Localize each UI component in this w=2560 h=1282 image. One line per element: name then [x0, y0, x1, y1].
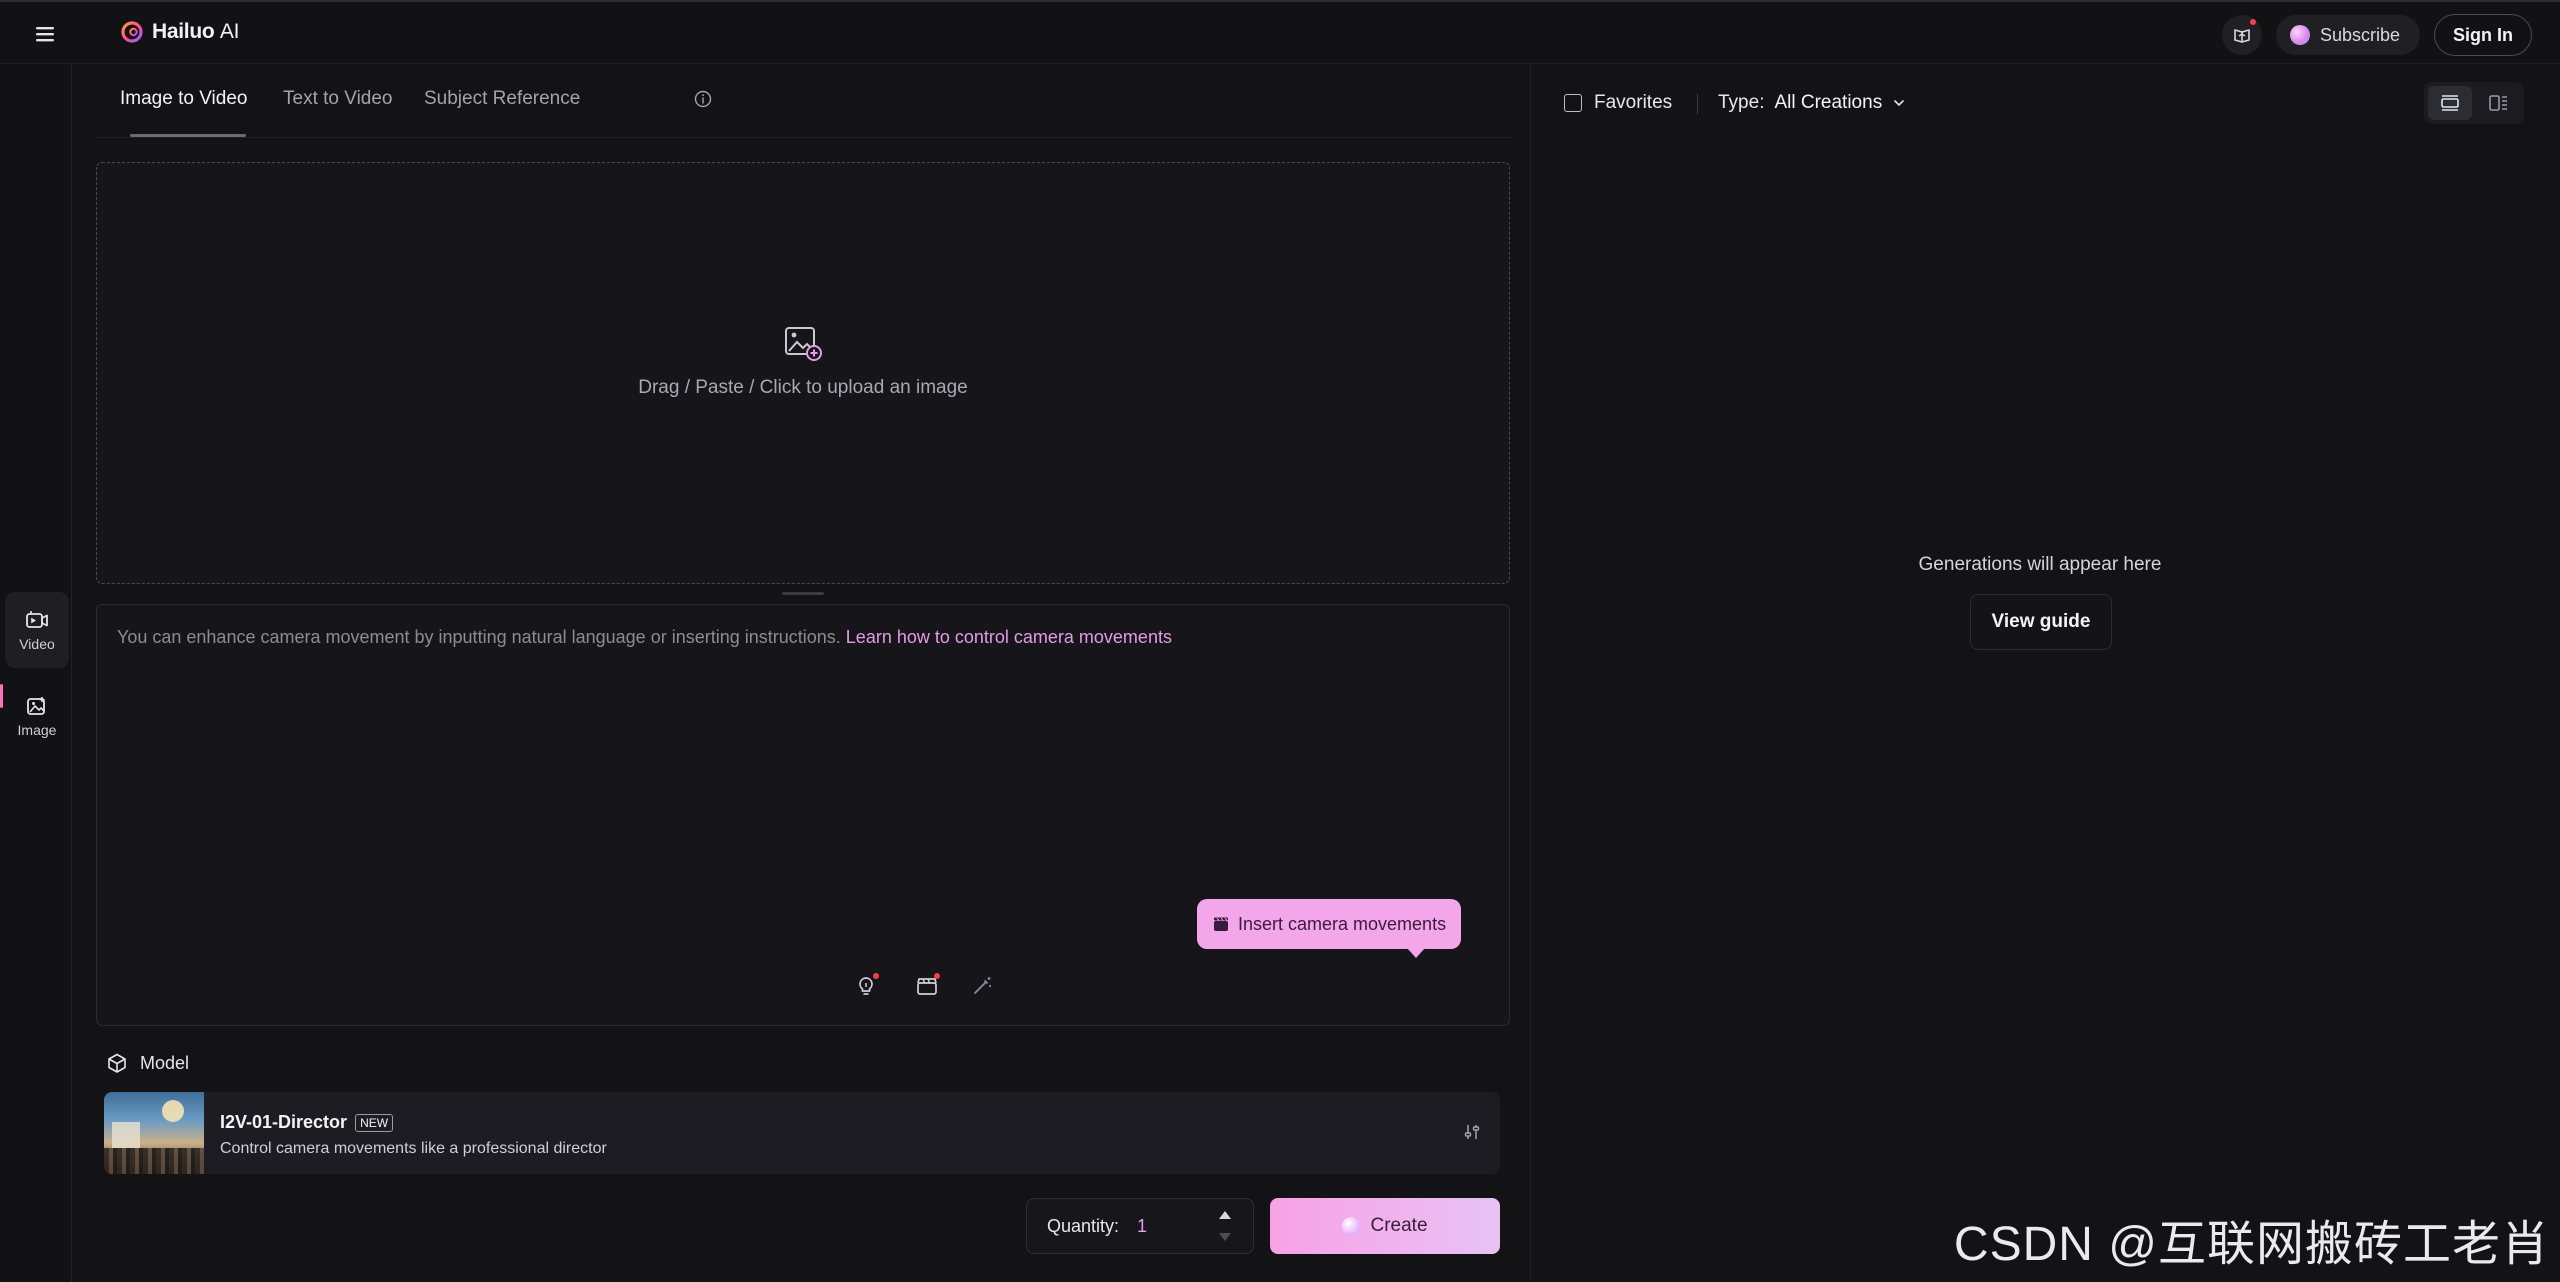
rail-item-video[interactable]: Video [5, 592, 69, 668]
chevron-down-icon [1894, 100, 1905, 107]
hamburger-menu-icon[interactable] [30, 20, 60, 48]
logo[interactable]: Hailuo AI [120, 20, 239, 44]
prompt-placeholder: You can enhance camera movement by input… [117, 627, 1172, 647]
model-section-header: Model [106, 1052, 189, 1074]
idea-bulb-button[interactable] [851, 971, 881, 1001]
model-name: I2V-01-Director [220, 1112, 348, 1132]
rail-item-image[interactable]: Image [5, 678, 69, 754]
increment-arrow-icon[interactable] [1219, 1211, 1231, 1219]
tooltip-label: Insert camera movements [1238, 913, 1447, 934]
subscribe-button[interactable]: Subscribe [2275, 15, 2420, 55]
magic-wand-icon [974, 977, 991, 994]
video-icon [26, 611, 48, 628]
quantity-label: Quantity: [1047, 1216, 1120, 1236]
empty-state-text: Generations will appear here [1918, 554, 2162, 575]
upload-hint: Drag / Paste / Click to upload an image [638, 377, 968, 398]
list-view-icon [2441, 95, 2459, 111]
notification-dot [873, 973, 879, 979]
favorites-label: Favorites [1594, 92, 1673, 113]
new-badge: NEW [355, 1113, 394, 1132]
model-thumbnail [104, 1092, 204, 1174]
subscribe-label: Subscribe [2319, 24, 2400, 45]
panel-view-button[interactable] [2476, 86, 2520, 120]
create-button[interactable]: Create [1270, 1198, 1500, 1254]
camera-movement-button[interactable] [912, 971, 942, 1001]
sidebar-view-icon [2489, 95, 2507, 111]
favorites-checkbox[interactable] [1564, 94, 1582, 112]
rail-label-video: Video [19, 636, 55, 652]
hailuo-logo-icon [121, 21, 143, 43]
quantity-value[interactable]: 1 [1137, 1216, 1147, 1237]
tab-text-to-video[interactable]: Text to Video [283, 88, 393, 110]
tab-subject-reference[interactable]: Subject Reference [424, 88, 580, 110]
rail-label-image: Image [17, 722, 57, 738]
orb-icon [1342, 1217, 1361, 1235]
image-upload-dropzone[interactable]: Drag / Paste / Click to upload an image [96, 162, 1510, 584]
left-rail: Video Image [0, 64, 72, 1282]
type-label: Type: [1718, 92, 1765, 113]
notification-dot [934, 973, 940, 979]
model-description: Control camera movements like a professi… [220, 1140, 607, 1157]
camera-movements-help-link[interactable]: Learn how to control camera movements [846, 627, 1172, 647]
enhance-prompt-button[interactable] [967, 971, 997, 1001]
panel-divider [1530, 64, 1531, 1282]
sliders-icon[interactable] [1462, 1122, 1482, 1142]
brand-name: Hailuo AI [152, 20, 240, 43]
add-image-icon [785, 327, 822, 361]
clapper-icon [1214, 917, 1228, 931]
sign-in-button[interactable]: Sign In [2434, 14, 2532, 56]
model-section-label: Model [140, 1052, 190, 1073]
create-label: Create [1370, 1215, 1428, 1236]
notification-dot [2249, 19, 2256, 25]
list-view-button[interactable] [2428, 86, 2472, 120]
view-guide-button[interactable]: View guide [1970, 594, 2112, 650]
watermark: CSDN @互联网搬砖工老肖 [1953, 1218, 2550, 1271]
favorites-filter[interactable]: Favorites [1564, 92, 1672, 114]
active-indicator [0, 684, 3, 708]
filter-separator [1697, 94, 1698, 114]
book-icon[interactable] [2221, 15, 2262, 55]
mode-tabs: Image to Video Text to Video Subject Ref… [96, 64, 1512, 138]
top-bar: Hailuo AI Subscribe Sign In [0, 0, 2560, 64]
layout-toggle [2424, 82, 2524, 124]
info-icon[interactable] [694, 90, 712, 108]
insert-camera-tooltip: Insert camera movements [1197, 899, 1462, 958]
decrement-arrow-icon[interactable] [1219, 1233, 1231, 1241]
resize-handle[interactable] [782, 592, 824, 595]
quantity-stepper[interactable]: Quantity: 1 [1026, 1198, 1254, 1254]
tab-underline [130, 134, 246, 137]
cube-icon [108, 1053, 126, 1073]
image-icon [27, 697, 45, 715]
type-filter-dropdown[interactable]: Type: All Creations [1718, 92, 1906, 114]
prompt-textarea[interactable]: You can enhance camera movement by input… [96, 604, 1510, 1026]
tab-image-to-video[interactable]: Image to Video [120, 88, 247, 110]
orb-icon [2289, 25, 2310, 45]
model-selector[interactable]: I2V-01-Director NEW Control camera movem… [104, 1092, 1500, 1174]
type-value: All Creations [1774, 92, 1883, 113]
